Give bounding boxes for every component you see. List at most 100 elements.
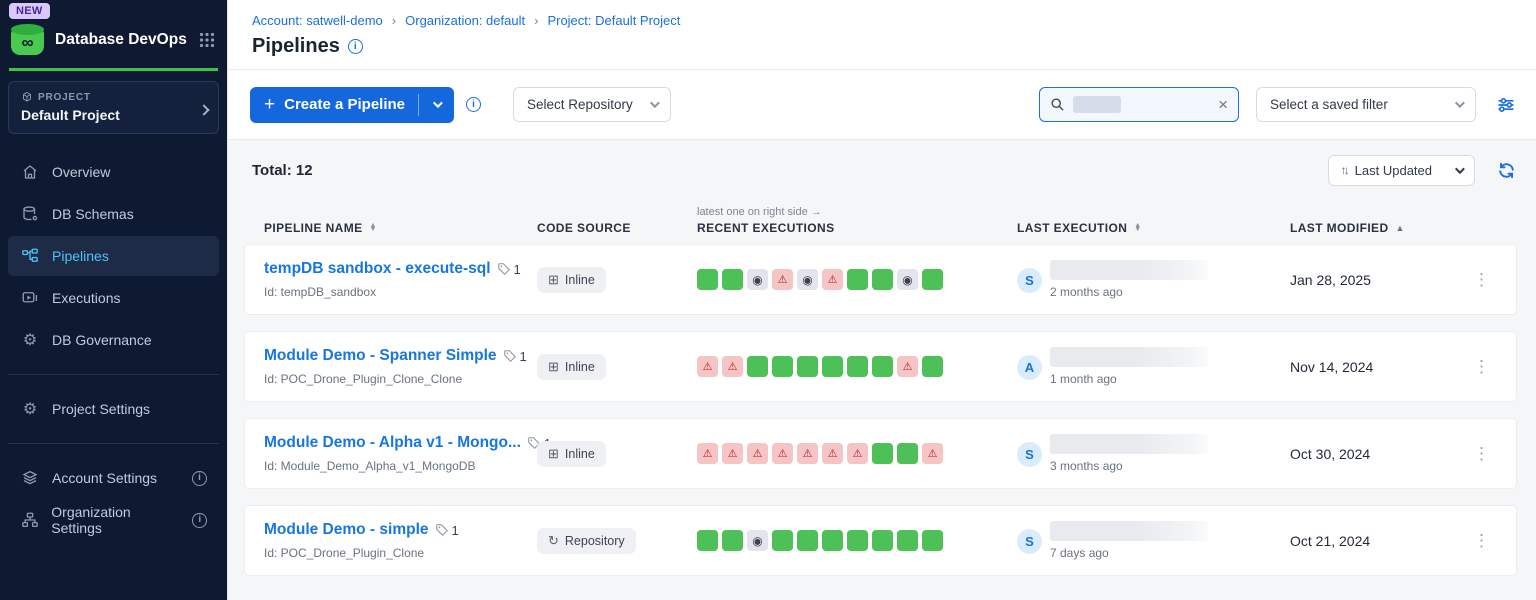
divider bbox=[8, 374, 219, 375]
sidebar-item-label: Pipelines bbox=[52, 248, 109, 264]
execution-status-failed[interactable]: ⚠ bbox=[797, 443, 818, 464]
execution-status-success[interactable] bbox=[697, 530, 718, 551]
pipeline-name-link[interactable]: tempDB sandbox - execute-sql bbox=[264, 260, 491, 278]
info-icon[interactable]: i bbox=[192, 513, 207, 528]
sidebar-item-db-schemas[interactable]: DB Schemas bbox=[8, 194, 219, 234]
brand-divider bbox=[9, 68, 218, 71]
execution-status-success[interactable] bbox=[847, 530, 868, 551]
breadcrumb-organization-link[interactable]: Organization: default bbox=[405, 13, 525, 28]
pipeline-name-link[interactable]: Module Demo - simple bbox=[264, 521, 429, 539]
pipeline-name-link[interactable]: Module Demo - Alpha v1 - Mongo... bbox=[264, 434, 521, 452]
chevron-down-icon bbox=[433, 98, 443, 108]
app-window: NEW ∞ Database DevOps bbox=[0, 0, 1536, 600]
execution-status-success[interactable] bbox=[897, 443, 918, 464]
info-icon[interactable]: i bbox=[466, 97, 481, 112]
avatar: S bbox=[1017, 268, 1042, 293]
sidebar-item-project-settings[interactable]: ⚙ Project Settings bbox=[8, 389, 219, 429]
sort-toggle-icon[interactable]: ▲▼ bbox=[1134, 224, 1141, 232]
execution-status-success[interactable] bbox=[722, 530, 743, 551]
sidebar-item-account-settings[interactable]: Account Settings i bbox=[8, 458, 219, 498]
project-name: Default Project bbox=[21, 107, 208, 123]
row-menu-icon[interactable]: ⋮ bbox=[1467, 444, 1496, 464]
info-icon[interactable]: i bbox=[192, 471, 207, 486]
execution-status-failed[interactable]: ⚠ bbox=[722, 356, 743, 377]
execution-status-success[interactable] bbox=[797, 530, 818, 551]
pipeline-name-link[interactable]: Module Demo - Spanner Simple bbox=[264, 347, 497, 365]
code-source-icon: ⊞ bbox=[548, 273, 559, 286]
execution-status-skipped[interactable]: ◉ bbox=[897, 269, 918, 290]
sidebar-item-pipelines[interactable]: Pipelines bbox=[8, 236, 219, 276]
execution-status-success[interactable] bbox=[772, 356, 793, 377]
execution-status-failed[interactable]: ⚠ bbox=[772, 269, 793, 290]
sort-ascending-icon[interactable]: ▲ bbox=[1396, 223, 1405, 233]
select-repository-dropdown[interactable]: Select Repository bbox=[513, 87, 671, 122]
execution-status-success[interactable] bbox=[722, 269, 743, 290]
execution-status-failed[interactable]: ⚠ bbox=[897, 356, 918, 377]
sidebar-item-label: Project Settings bbox=[52, 401, 150, 417]
refresh-icon[interactable] bbox=[1497, 161, 1516, 180]
execution-status-success[interactable] bbox=[897, 530, 918, 551]
cube-icon bbox=[21, 91, 33, 103]
layers-icon bbox=[20, 468, 40, 488]
execution-status-skipped[interactable]: ◉ bbox=[747, 530, 768, 551]
avatar: S bbox=[1017, 442, 1042, 467]
sidebar-item-executions[interactable]: Executions bbox=[8, 278, 219, 318]
breadcrumb-account-link[interactable]: Account: satwell-demo bbox=[252, 13, 383, 28]
execution-status-failed[interactable]: ⚠ bbox=[697, 356, 718, 377]
project-selector[interactable]: PROJECT Default Project bbox=[8, 81, 219, 134]
execution-status-skipped[interactable]: ◉ bbox=[747, 269, 768, 290]
chevron-down-icon bbox=[650, 98, 660, 108]
execution-status-failed[interactable]: ⚠ bbox=[697, 443, 718, 464]
code-source-icon: ↻ bbox=[548, 534, 559, 547]
execution-status-failed[interactable]: ⚠ bbox=[747, 443, 768, 464]
code-source-icon: ⊞ bbox=[548, 360, 559, 373]
app-grid-icon[interactable] bbox=[199, 32, 215, 48]
row-menu-icon[interactable]: ⋮ bbox=[1467, 531, 1496, 551]
execution-status-failed[interactable]: ⚠ bbox=[922, 443, 943, 464]
execution-status-failed[interactable]: ⚠ bbox=[822, 269, 843, 290]
execution-status-success[interactable] bbox=[922, 269, 943, 290]
execution-status-success[interactable] bbox=[872, 530, 893, 551]
row-menu-icon[interactable]: ⋮ bbox=[1467, 357, 1496, 377]
execution-status-failed[interactable]: ⚠ bbox=[722, 443, 743, 464]
execution-status-success[interactable] bbox=[772, 530, 793, 551]
filter-sliders-icon[interactable] bbox=[1496, 95, 1516, 115]
search-input[interactable]: × bbox=[1039, 87, 1239, 122]
execution-status-success[interactable] bbox=[797, 356, 818, 377]
clear-search-icon[interactable]: × bbox=[1218, 96, 1228, 113]
execution-status-success[interactable] bbox=[847, 356, 868, 377]
create-pipeline-label: Create a Pipeline bbox=[284, 96, 418, 113]
execution-status-success[interactable] bbox=[872, 443, 893, 464]
info-icon[interactable]: i bbox=[348, 39, 363, 54]
execution-status-success[interactable] bbox=[922, 530, 943, 551]
execution-status-success[interactable] bbox=[747, 356, 768, 377]
breadcrumb-project-link[interactable]: Project: Default Project bbox=[547, 13, 680, 28]
sort-toggle-icon[interactable]: ▲▼ bbox=[370, 224, 377, 232]
execution-status-skipped[interactable]: ◉ bbox=[797, 269, 818, 290]
execution-status-success[interactable] bbox=[822, 530, 843, 551]
execution-status-success[interactable] bbox=[872, 269, 893, 290]
execution-status-success[interactable] bbox=[872, 356, 893, 377]
sidebar-item-overview[interactable]: Overview bbox=[8, 152, 219, 192]
org-chart-icon bbox=[20, 510, 39, 530]
user-name-redacted bbox=[1050, 347, 1208, 367]
sort-dropdown[interactable]: ↑↓ Last Updated bbox=[1328, 155, 1475, 186]
row-menu-icon[interactable]: ⋮ bbox=[1467, 270, 1496, 290]
column-header-code-source: CODE SOURCE bbox=[537, 221, 697, 235]
execution-status-success[interactable] bbox=[697, 269, 718, 290]
sidebar-item-organization-settings[interactable]: Organization Settings i bbox=[8, 500, 219, 540]
execution-status-success[interactable] bbox=[847, 269, 868, 290]
execution-status-success[interactable] bbox=[822, 356, 843, 377]
table-row: tempDB sandbox - execute-sql 1 Id: tempD… bbox=[245, 245, 1516, 314]
saved-filter-dropdown[interactable]: Select a saved filter bbox=[1256, 87, 1476, 122]
execution-status-success[interactable] bbox=[922, 356, 943, 377]
play-box-icon bbox=[20, 288, 40, 308]
create-pipeline-button[interactable]: + Create a Pipeline bbox=[250, 87, 454, 123]
execution-status-failed[interactable]: ⚠ bbox=[772, 443, 793, 464]
execution-status-failed[interactable]: ⚠ bbox=[847, 443, 868, 464]
create-pipeline-dropdown[interactable] bbox=[419, 101, 454, 108]
table-row: Module Demo - Alpha v1 - Mongo... 1 Id: … bbox=[245, 419, 1516, 488]
sidebar-item-db-governance[interactable]: ⚙ DB Governance bbox=[8, 320, 219, 360]
execution-status-failed[interactable]: ⚠ bbox=[822, 443, 843, 464]
project-label: PROJECT bbox=[38, 92, 91, 103]
